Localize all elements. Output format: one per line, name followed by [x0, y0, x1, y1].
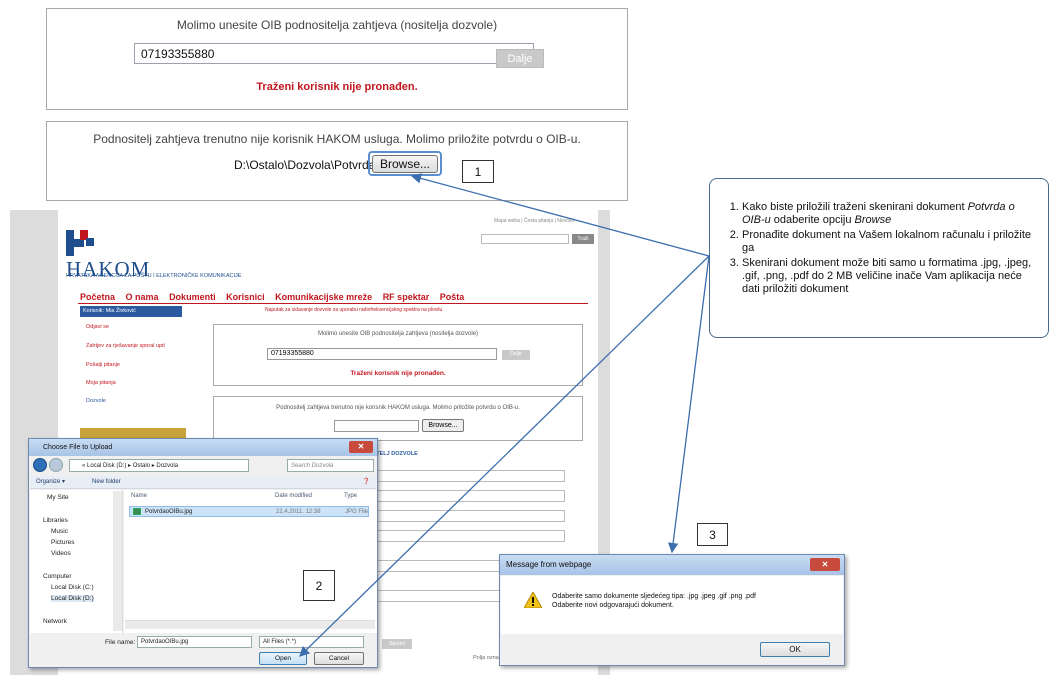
- dialog-toolbar: Organize ▾ New folder ❓: [30, 476, 376, 489]
- file-row-selected[interactable]: PotvrdaoOIBu.jpg 22.4.2011. 12:38 JPG Fi…: [129, 506, 369, 517]
- file-name-label: File name:: [105, 639, 136, 646]
- oib-panel-title: Molimo unesite OIB podnositelja zahtjeva…: [176, 18, 498, 32]
- file-name-field[interactable]: PotvrdaoOIBu.jpg: [137, 636, 252, 648]
- tree-computer[interactable]: Computer: [43, 573, 72, 580]
- column-date-modified[interactable]: Date modified: [275, 493, 312, 499]
- mini-oib-title: Molimo unesite OIB podnositelja zahtjeva…: [317, 331, 479, 337]
- ok-button[interactable]: OK: [760, 642, 830, 657]
- user-not-found-error: Traženi korisnik nije pronađen.: [256, 81, 418, 93]
- callout-2: 2: [303, 570, 335, 601]
- oib-input[interactable]: 07193355880: [134, 43, 534, 64]
- oib-panel: Molimo unesite OIB podnositelja zahtjeva…: [46, 8, 628, 110]
- tree-local-disk-c[interactable]: Local Disk (C:): [51, 584, 94, 591]
- site-notice-link[interactable]: Naputak za izdavanje dozvole za uporabu …: [265, 307, 442, 313]
- dialog-search-input[interactable]: Search Dozvola: [287, 459, 374, 472]
- nav-item-home[interactable]: Početna: [80, 292, 115, 302]
- file-date-cell: 22.4.2011. 12:38: [276, 509, 321, 515]
- nav-divider: [78, 303, 588, 304]
- list-scrollbar[interactable]: [125, 620, 375, 629]
- site-search-button[interactable]: Traži: [572, 234, 594, 244]
- message-text: Odaberite samo dokumente sljedećeg tipa:…: [552, 592, 756, 610]
- side-link-logout[interactable]: Odjavi se: [86, 324, 109, 330]
- site-top-links[interactable]: Mapa weba | Česta pitanja | Novosti: [494, 218, 574, 224]
- nav-tree: [30, 490, 123, 633]
- next-button[interactable]: Dalje: [496, 49, 544, 68]
- instruction-2: Pronađite dokument na Vašem lokalnom rač…: [742, 229, 1040, 255]
- callout-1: 1: [462, 160, 494, 183]
- side-link-request[interactable]: Zahtjev za rješavanje sporal upit: [86, 343, 165, 349]
- mini-error: Traženi korisnik nije pronađen.: [350, 370, 446, 377]
- side-link-ask[interactable]: Pošalji pitanje: [86, 362, 120, 368]
- nav-item-documents[interactable]: Dokumenti: [169, 292, 216, 302]
- form-row[interactable]: [370, 490, 565, 502]
- tree-scrollbar[interactable]: [113, 491, 122, 631]
- upload-panel-title: Podnositelj zahtjeva trenutno nije koris…: [93, 132, 581, 146]
- file-name-cell: PotvrdaoOIBu.jpg: [145, 509, 193, 515]
- nav-item-post[interactable]: Pošta: [440, 292, 465, 302]
- mini-oib-input[interactable]: 07193355880: [267, 348, 497, 360]
- upload-panel: Podnositelj zahtjeva trenutno nije koris…: [46, 121, 628, 201]
- column-name[interactable]: Name: [131, 493, 147, 499]
- tree-music[interactable]: Music: [51, 528, 68, 535]
- back-icon[interactable]: [33, 458, 47, 472]
- mini-upload-panel: Podnositelj zahtjeva trenutno nije koris…: [213, 396, 583, 441]
- instruction-3: Skenirani dokument može biti samo u form…: [742, 257, 1040, 296]
- address-bar[interactable]: « Local Disk (D:) ▸ Ostalo ▸ Dozvola: [69, 459, 249, 472]
- nav-item-rf[interactable]: RF spektar: [383, 292, 430, 302]
- file-type-filter[interactable]: All Files (*.*): [259, 636, 364, 648]
- forward-icon[interactable]: [49, 458, 63, 472]
- file-dialog-title: Choose File to Upload: [29, 439, 377, 456]
- column-type[interactable]: Type: [344, 493, 357, 499]
- help-icon[interactable]: ❓: [363, 476, 370, 489]
- message-box-close-icon[interactable]: ✕: [810, 558, 840, 571]
- instructions-callout: Kako biste priložili traženi skenirani d…: [709, 178, 1049, 338]
- file-dialog: Choose File to Upload ✕ « Local Disk (D:…: [28, 438, 378, 668]
- mini-upload-title: Podnositelj zahtjeva trenutno nije koris…: [276, 405, 520, 411]
- file-type-cell: JPG File: [345, 509, 369, 515]
- tree-network[interactable]: Network: [43, 618, 67, 625]
- connector-message: [667, 255, 710, 554]
- nav-item-networks[interactable]: Komunikacijske mreže: [275, 292, 372, 302]
- save-button[interactable]: Spremi: [382, 639, 412, 649]
- message-line-1: Odaberite samo dokumente sljedećeg tipa:…: [552, 593, 756, 600]
- side-link-my-questions[interactable]: Moja pitanja: [86, 380, 116, 386]
- tree-pictures[interactable]: Pictures: [51, 539, 74, 546]
- cancel-button[interactable]: Cancel: [314, 652, 364, 665]
- organize-button[interactable]: Organize ▾: [36, 476, 65, 489]
- site-nav: Početna O nama Dokumenti Korisnici Komun…: [80, 292, 472, 302]
- tree-local-disk-d[interactable]: Local Disk (D:): [51, 595, 94, 602]
- message-box-title: Message from webpage: [500, 555, 844, 575]
- image-file-icon: [133, 508, 141, 515]
- mini-file-input[interactable]: [334, 420, 419, 432]
- user-tab: Korisnik: Mia Živković: [80, 306, 182, 317]
- new-folder-button[interactable]: New folder: [92, 476, 121, 489]
- browse-button[interactable]: Browse...: [372, 155, 438, 173]
- side-link-permits[interactable]: Dozvole: [86, 398, 106, 404]
- form-row[interactable]: [370, 510, 565, 522]
- hakom-subtitle: HRVATSKA AGENCIJA ZA POŠTU I ELEKTRONIČK…: [66, 273, 242, 279]
- footer-text: Polja ozna: [473, 655, 499, 661]
- form-row[interactable]: [370, 530, 565, 542]
- open-button[interactable]: Open: [259, 652, 307, 665]
- file-dialog-close-icon[interactable]: ✕: [349, 441, 373, 453]
- file-path-field[interactable]: D:\Ostalo\Dozvola\Potvrda: [234, 158, 375, 172]
- instructions-list: Kako biste priložili traženi skenirani d…: [720, 201, 1040, 298]
- nav-item-about[interactable]: O nama: [126, 292, 159, 302]
- tree-my-site[interactable]: My Site: [47, 494, 69, 501]
- mini-next-button[interactable]: Dalje: [502, 350, 530, 360]
- form-row[interactable]: [370, 470, 565, 482]
- hakom-logo-icon: [66, 230, 94, 256]
- mini-browse-button[interactable]: Browse...: [422, 419, 464, 432]
- tree-libraries[interactable]: Libraries: [43, 517, 68, 524]
- instruction-1: Kako biste priložili traženi skenirani d…: [742, 201, 1040, 227]
- nav-item-users[interactable]: Korisnici: [226, 292, 265, 302]
- tree-videos[interactable]: Videos: [51, 550, 71, 557]
- callout-3: 3: [697, 523, 728, 546]
- mini-oib-panel: Molimo unesite OIB podnositelja zahtjeva…: [213, 324, 583, 386]
- warning-icon: [524, 592, 542, 608]
- site-search-input[interactable]: [481, 234, 569, 244]
- message-line-2: Odaberite novi odgovarajući dokument.: [552, 602, 674, 609]
